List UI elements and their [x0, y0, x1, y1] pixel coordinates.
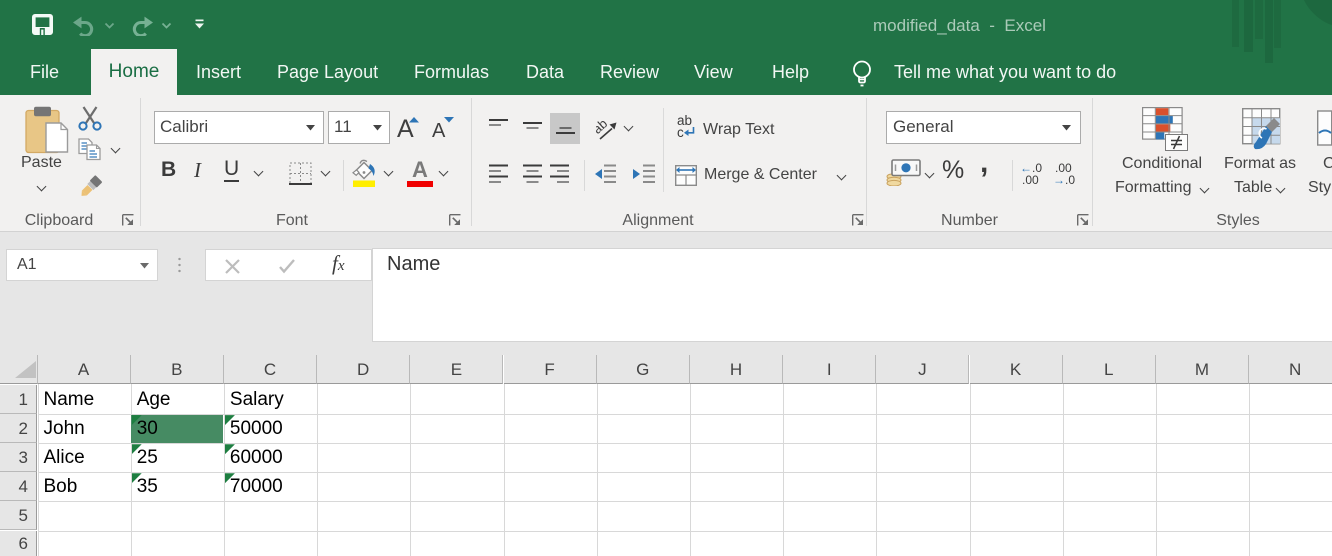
- svg-text:c: c: [677, 125, 684, 139]
- svg-text:ab: ab: [596, 117, 610, 137]
